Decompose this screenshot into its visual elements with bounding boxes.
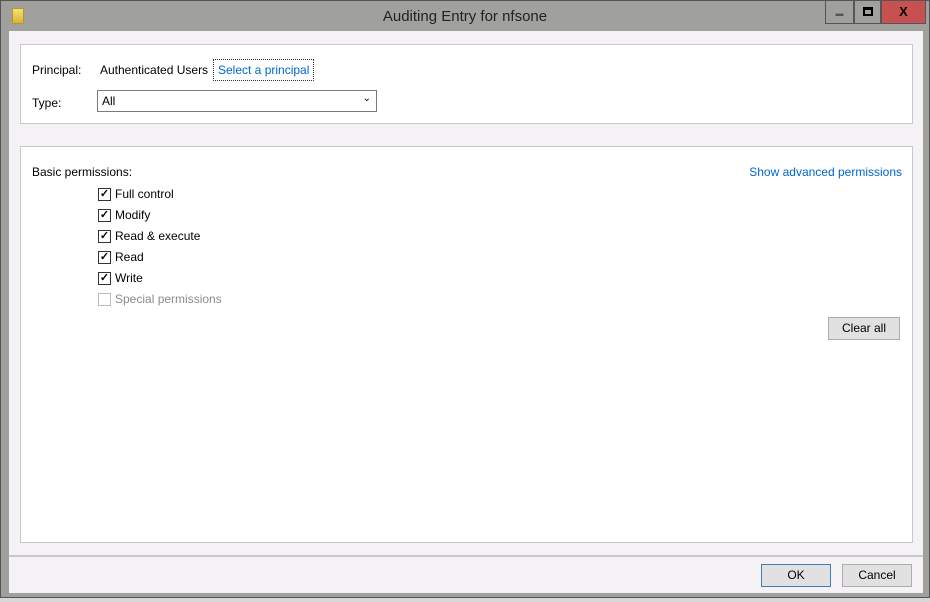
clear-all-button[interactable]: Clear all	[828, 317, 900, 340]
type-select-value: All	[102, 94, 116, 108]
show-advanced-permissions-link[interactable]: Show advanced permissions	[749, 165, 902, 179]
permission-checkbox[interactable]: ✓ Full control	[98, 187, 174, 201]
principal-group: Principal: Authenticated Users Select a …	[20, 44, 913, 124]
permission-checkbox[interactable]: ✓ Modify	[98, 208, 150, 222]
permissions-group: Basic permissions: Show advanced permiss…	[20, 146, 913, 543]
permission-label: Read & execute	[115, 229, 201, 243]
close-button[interactable]: X	[881, 1, 926, 24]
chevron-down-icon: ⌄	[362, 93, 371, 104]
principal-label: Principal:	[32, 63, 82, 77]
permission-checkbox[interactable]: ✓ Read & execute	[98, 229, 200, 243]
dialog-content: Principal: Authenticated Users Select a …	[9, 31, 923, 593]
permission-label: Modify	[115, 208, 151, 222]
select-principal-link[interactable]: Select a principal	[213, 59, 315, 81]
checkbox-icon[interactable]: ✓	[98, 229, 111, 243]
type-label: Type:	[32, 96, 62, 110]
checkbox-icon	[98, 292, 111, 306]
permission-checkbox[interactable]: ✓ Read	[98, 250, 144, 264]
principal-value: Authenticated Users	[100, 63, 209, 77]
cancel-button[interactable]: Cancel	[842, 564, 912, 587]
minimize-button[interactable]: ▬	[825, 1, 854, 24]
checkbox-icon[interactable]: ✓	[98, 271, 111, 285]
dialog-window: Auditing Entry for nfsone ▬ X Principal:…	[0, 0, 930, 598]
permission-label: Write	[115, 271, 143, 285]
maximize-button[interactable]	[854, 1, 881, 24]
permission-label: Read	[115, 250, 144, 264]
checkbox-icon[interactable]: ✓	[98, 187, 111, 201]
permission-label: Full control	[115, 187, 174, 201]
title-bar[interactable]: Auditing Entry for nfsone ▬ X	[1, 1, 929, 31]
checkbox-icon[interactable]: ✓	[98, 208, 111, 222]
checkbox-icon[interactable]: ✓	[98, 250, 111, 264]
ok-button[interactable]: OK	[761, 564, 831, 587]
permission-checkbox: Special permissions	[98, 292, 222, 306]
permission-label: Special permissions	[115, 292, 222, 306]
type-select[interactable]: All ⌄	[97, 90, 377, 112]
footer-divider	[9, 555, 923, 557]
permission-checkbox[interactable]: ✓ Write	[98, 271, 143, 285]
basic-permissions-label: Basic permissions:	[32, 165, 133, 179]
window-title: Auditing Entry for nfsone	[382, 8, 548, 25]
